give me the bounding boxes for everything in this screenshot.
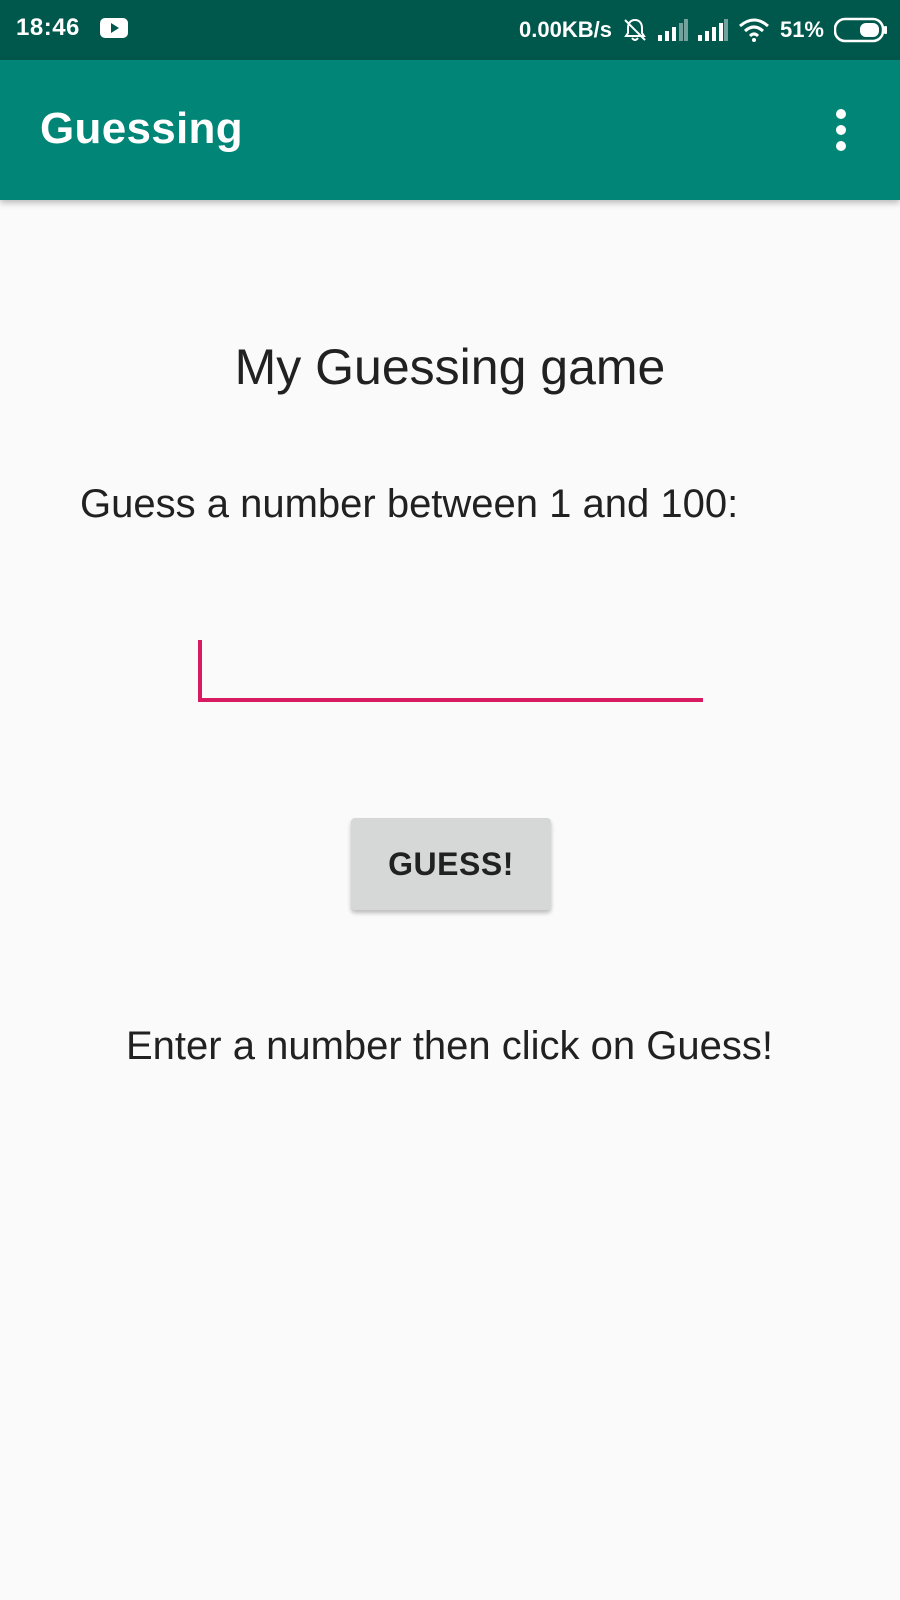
signal-icon xyxy=(697,19,728,41)
app-title: Guessing xyxy=(40,104,243,153)
app-bar: Guessing xyxy=(0,60,900,200)
bell-muted-icon xyxy=(622,17,648,43)
battery-icon xyxy=(834,17,888,43)
screen: 18:46 0.00KB/s 51% Guessing My Guessing … xyxy=(0,0,900,1600)
battery-percent: 51% xyxy=(779,17,824,42)
result-message: Enter a number then click on Guess! xyxy=(126,1024,773,1068)
page-title: My Guessing game xyxy=(234,339,666,395)
wifi-icon xyxy=(738,18,770,42)
youtube-icon xyxy=(100,18,128,38)
status-icons: 0.00KB/s 51% xyxy=(519,0,888,60)
guess-number-input[interactable] xyxy=(198,630,703,702)
guess-prompt: Guess a number between 1 and 100: xyxy=(80,482,739,526)
guess-button[interactable]: GUESS! xyxy=(351,818,551,910)
status-time: 18:46 xyxy=(16,14,80,41)
more-vertical-icon[interactable] xyxy=(834,108,848,152)
text-caret xyxy=(198,640,202,702)
signal-icon xyxy=(657,19,688,41)
net-speed: 0.00KB/s xyxy=(519,17,612,42)
status-bar: 18:46 0.00KB/s 51% xyxy=(0,0,900,60)
